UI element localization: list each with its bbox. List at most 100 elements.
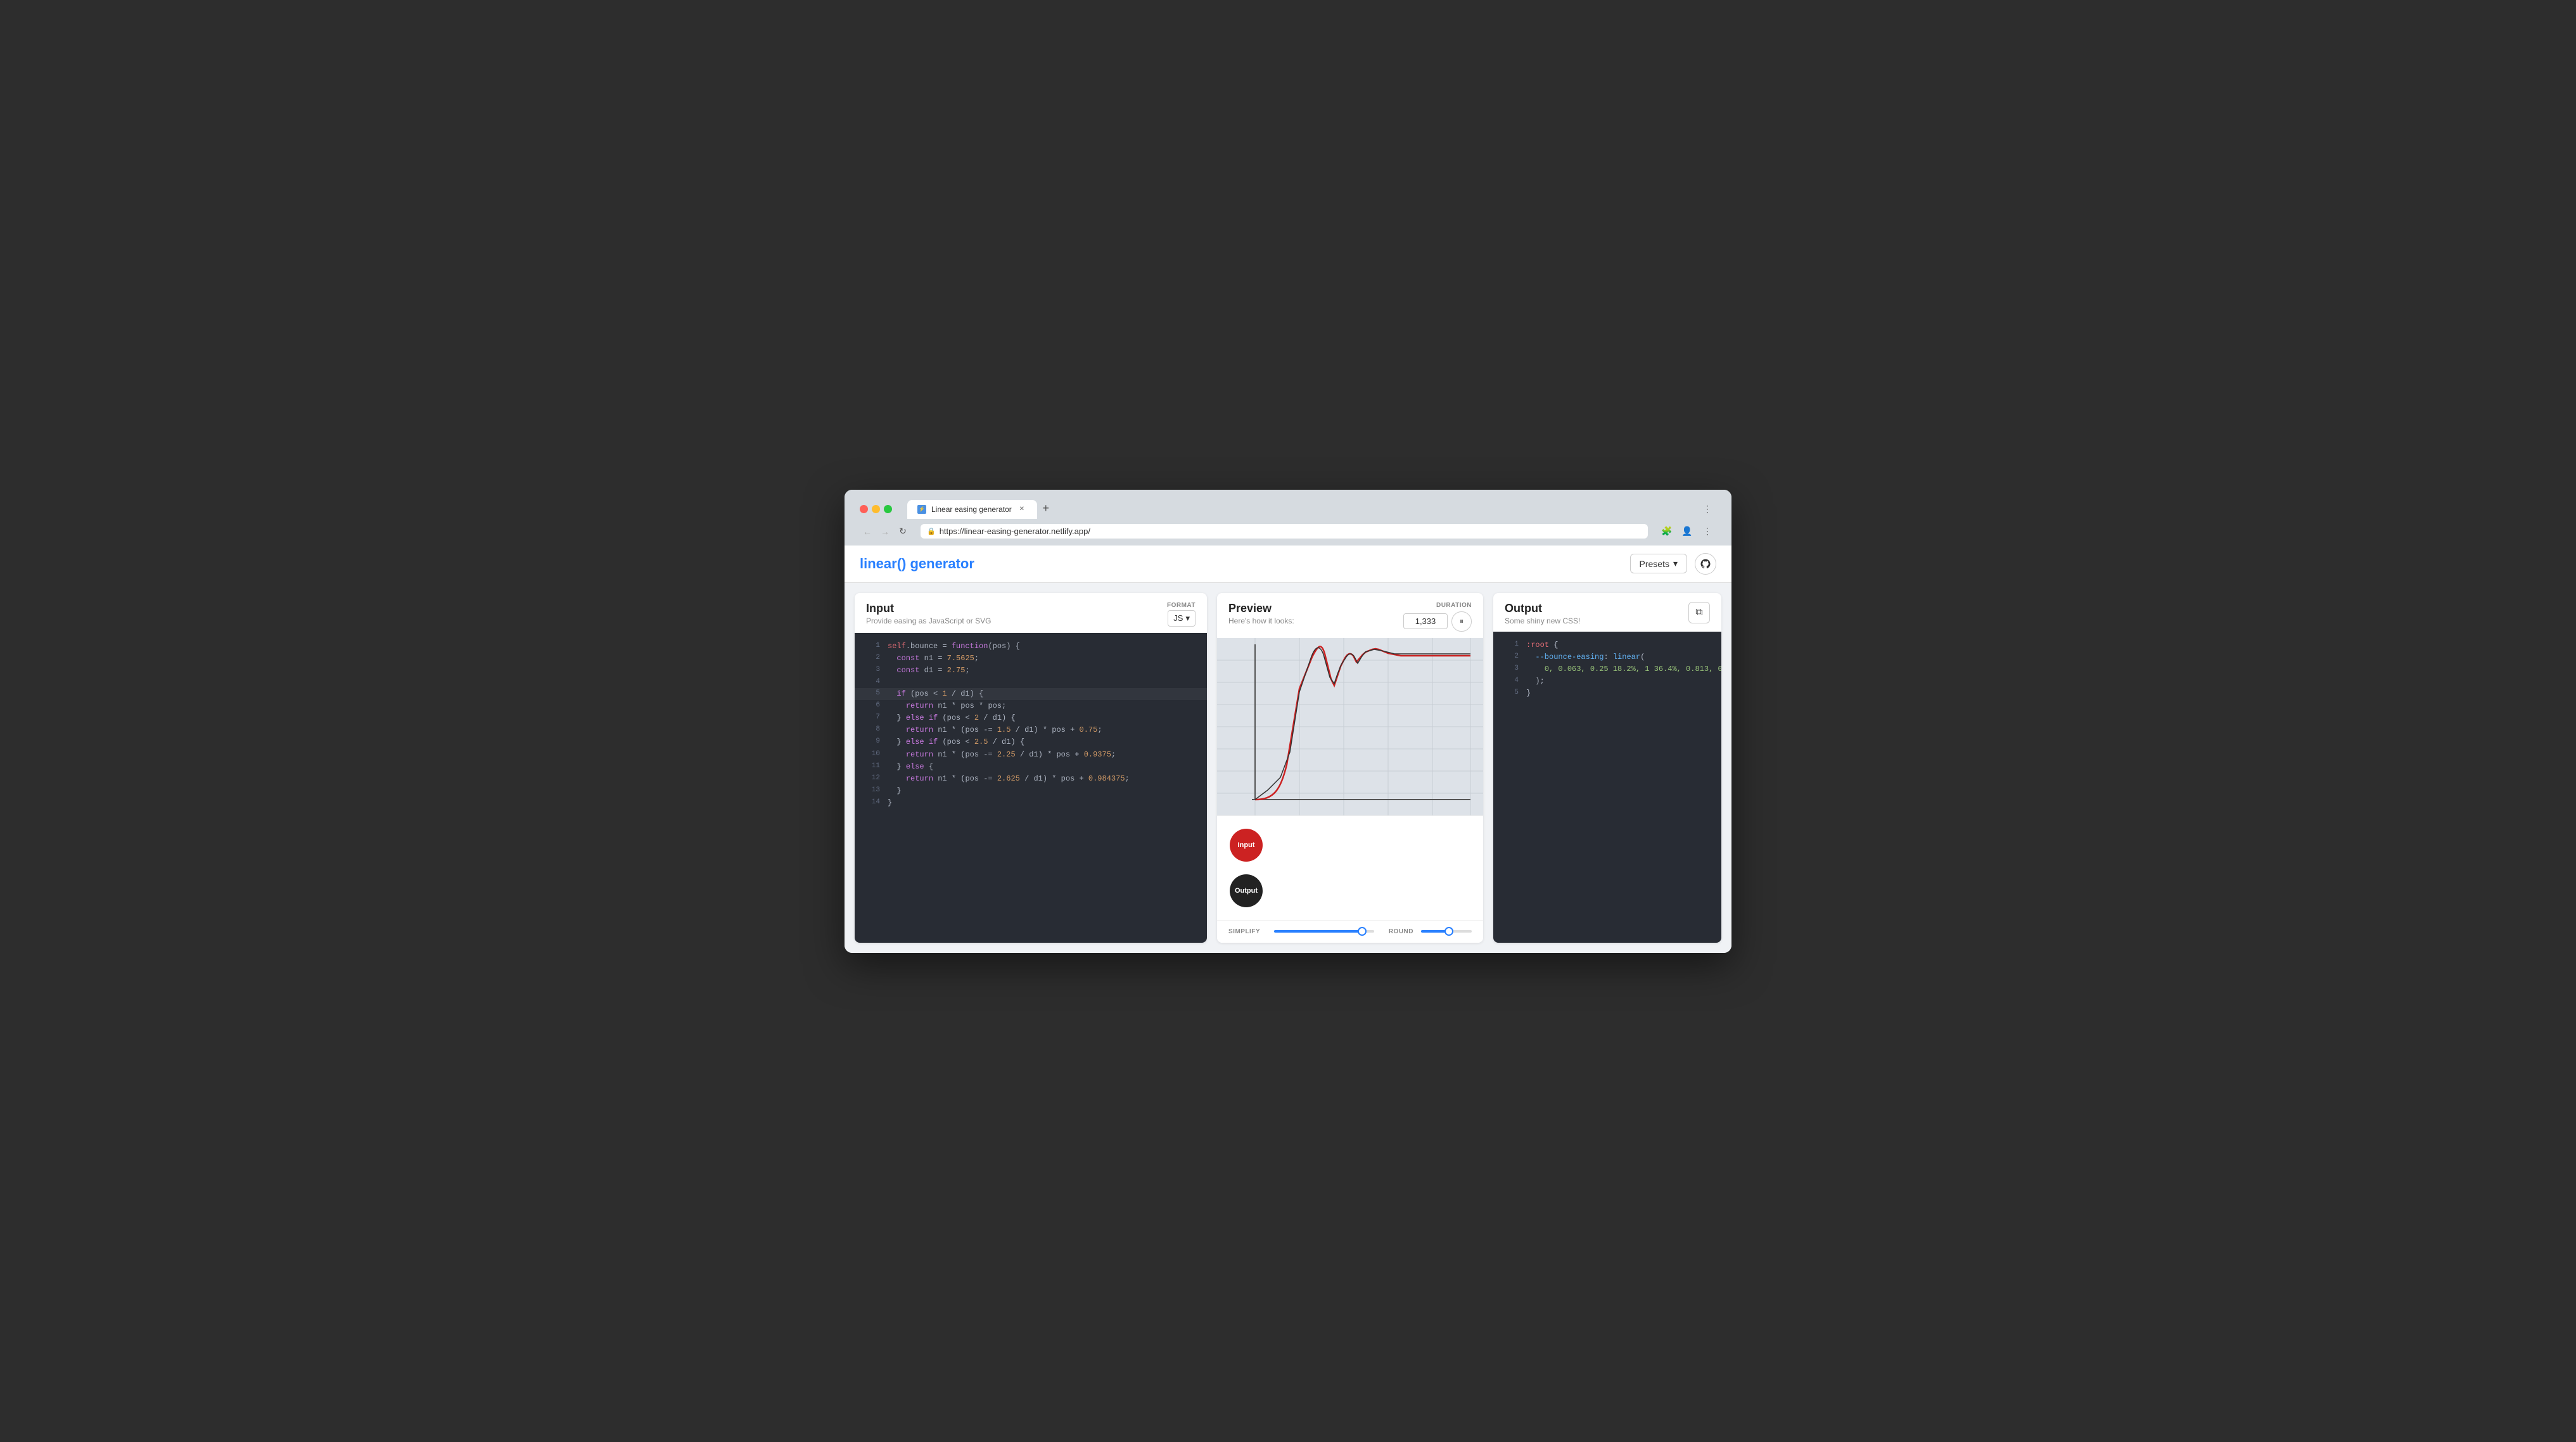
active-tab[interactable]: ⚡ Linear easing generator ✕ — [907, 500, 1037, 519]
browser-titlebar: ⚡ Linear easing generator ✕ + ⋮ ← → ↻ 🔒 … — [845, 490, 1731, 546]
output-line-4: 4 ); — [1493, 675, 1721, 687]
duration-label: DURATION — [1436, 602, 1472, 609]
address-bar[interactable]: 🔒 https://linear-easing-generator.netlif… — [921, 524, 1648, 539]
pause-icon: ⏸ — [1460, 616, 1463, 626]
output-ball-row: Output — [1230, 874, 1470, 907]
presets-button[interactable]: Presets ▾ — [1630, 554, 1688, 573]
input-ball-row: Input — [1230, 829, 1470, 862]
minimize-window-button[interactable] — [872, 505, 880, 513]
preview-panel-header: Preview Here's how it looks: DURATION ⏸ — [1217, 593, 1483, 638]
lock-icon: 🔒 — [927, 527, 936, 535]
input-panel-title-group: Input Provide easing as JavaScript or SV… — [866, 602, 991, 625]
code-line-14: 14 } — [855, 797, 1207, 809]
more-button[interactable]: ⋮ — [1699, 523, 1716, 540]
simplify-label: SIMPLIFY — [1228, 928, 1266, 935]
input-ball-label: Input — [1238, 841, 1255, 849]
output-panel: Output Some shiny new CSS! ⧉ 1 :root { 2… — [1493, 593, 1721, 943]
maximize-window-button[interactable] — [884, 505, 892, 513]
copy-button[interactable]: ⧉ — [1688, 602, 1710, 623]
input-panel-header: Input Provide easing as JavaScript or SV… — [855, 593, 1207, 633]
output-line-1: 1 :root { — [1493, 639, 1721, 651]
code-line-4: 4 — [855, 677, 1207, 688]
simplify-row: SIMPLIFY ROUND — [1228, 928, 1472, 935]
input-panel: Input Provide easing as JavaScript or SV… — [855, 593, 1207, 943]
output-title-group: Output Some shiny new CSS! — [1505, 602, 1580, 625]
preview-panel-title: Preview — [1228, 602, 1294, 615]
code-line-5: 5 if (pos < 1 / d1) { — [855, 688, 1207, 700]
back-button[interactable]: ← — [860, 524, 875, 539]
simplify-slider-thumb[interactable] — [1358, 927, 1367, 936]
play-pause-button[interactable]: ⏸ — [1451, 611, 1472, 632]
app-header: linear() generator Presets ▾ — [845, 546, 1731, 583]
preview-title-group: Preview Here's how it looks: — [1228, 602, 1294, 625]
output-panel-subtitle: Some shiny new CSS! — [1505, 616, 1580, 625]
code-line-6: 6 return n1 * pos * pos; — [855, 700, 1207, 712]
input-ball[interactable]: Input — [1230, 829, 1263, 862]
output-code: 1 :root { 2 --bounce-easing: linear( 3 0… — [1493, 632, 1721, 943]
url-text: https://linear-easing-generator.netlify.… — [940, 526, 1642, 536]
nav-buttons: ← → ↻ — [860, 524, 910, 539]
browser-tabs-row: ⚡ Linear easing generator ✕ + ⋮ — [852, 496, 1724, 519]
output-panel-header: Output Some shiny new CSS! ⧉ — [1493, 593, 1721, 632]
format-label: FORMAT — [1167, 602, 1196, 609]
github-icon — [1700, 558, 1711, 570]
simplify-slider-track — [1274, 930, 1374, 933]
presets-label: Presets — [1640, 559, 1669, 569]
code-line-12: 12 return n1 * (pos -= 2.625 / d1) * pos… — [855, 773, 1207, 785]
preview-panel: Preview Here's how it looks: DURATION ⏸ — [1217, 593, 1483, 943]
app-content: linear() generator Presets ▾ — [845, 546, 1731, 953]
input-panel-subtitle: Provide easing as JavaScript or SVG — [866, 616, 991, 625]
reload-button[interactable]: ↻ — [895, 524, 910, 539]
duration-control: DURATION ⏸ — [1403, 602, 1472, 632]
chevron-down-icon: ▾ — [1673, 558, 1678, 569]
tab-favicon: ⚡ — [917, 505, 926, 514]
code-line-3: 3 const d1 = 2.75; — [855, 665, 1207, 677]
header-right: Presets ▾ — [1630, 553, 1717, 575]
preview-panel-subtitle: Here's how it looks: — [1228, 616, 1294, 625]
round-label: ROUND — [1382, 928, 1413, 935]
extensions-button[interactable]: 🧩 — [1658, 523, 1676, 540]
output-ball-label: Output — [1235, 887, 1258, 895]
chart-area — [1217, 638, 1483, 815]
format-chevron-icon: ▾ — [1185, 613, 1190, 623]
code-line-7: 7 } else if (pos < 2 / d1) { — [855, 712, 1207, 724]
app-main: Input Provide easing as JavaScript or SV… — [845, 583, 1731, 953]
output-panel-title: Output — [1505, 602, 1580, 615]
profile-button[interactable]: 👤 — [1678, 523, 1696, 540]
code-line-8: 8 return n1 * (pos -= 1.5 / d1) * pos + … — [855, 724, 1207, 736]
ball-container: Input Output — [1230, 829, 1470, 907]
sliders-area: SIMPLIFY ROUND — [1217, 920, 1483, 943]
address-bar-row: ← → ↻ 🔒 https://linear-easing-generator.… — [852, 519, 1724, 546]
app-logo: linear() generator — [860, 556, 974, 572]
code-editor[interactable]: 1 self.bounce = function(pos) { 2 const … — [855, 633, 1207, 943]
format-select[interactable]: JS ▾ — [1168, 610, 1196, 627]
code-line-11: 11 } else { — [855, 761, 1207, 773]
close-window-button[interactable] — [860, 505, 868, 513]
easing-chart — [1217, 638, 1483, 815]
output-line-5: 5 } — [1493, 687, 1721, 699]
github-button[interactable] — [1695, 553, 1716, 575]
copy-icon: ⧉ — [1695, 607, 1702, 618]
output-line-2: 2 --bounce-easing: linear( — [1493, 651, 1721, 663]
code-line-10: 10 return n1 * (pos -= 2.25 / d1) * pos … — [855, 749, 1207, 761]
round-slider-track — [1421, 930, 1472, 933]
forward-button[interactable]: → — [877, 524, 893, 539]
round-slider-thumb[interactable] — [1444, 927, 1453, 936]
tab-close-button[interactable]: ✕ — [1017, 504, 1027, 514]
format-control: FORMAT JS ▾ — [1167, 602, 1196, 627]
code-line-2: 2 const n1 = 7.5625; — [855, 653, 1207, 665]
browser-window: ⚡ Linear easing generator ✕ + ⋮ ← → ↻ 🔒 … — [845, 490, 1731, 953]
preview-animation-area: Input Output — [1217, 815, 1483, 920]
new-tab-button[interactable]: + — [1037, 500, 1055, 518]
input-panel-title: Input — [866, 602, 991, 615]
duration-input[interactable] — [1403, 613, 1448, 629]
output-line-3: 3 0, 0.063, 0.25 18.2%, 1 36.4%, 0.813, … — [1493, 663, 1721, 675]
code-line-9: 9 } else if (pos < 2.5 / d1) { — [855, 736, 1207, 748]
code-line-1: 1 self.bounce = function(pos) { — [855, 641, 1207, 653]
duration-controls-row: ⏸ — [1403, 611, 1472, 632]
output-ball[interactable]: Output — [1230, 874, 1263, 907]
browser-toolbar-right: 🧩 👤 ⋮ — [1658, 523, 1716, 540]
simplify-slider-fill — [1274, 930, 1362, 933]
browser-menu-button[interactable]: ⋮ — [1699, 501, 1716, 518]
traffic-lights — [860, 505, 892, 513]
